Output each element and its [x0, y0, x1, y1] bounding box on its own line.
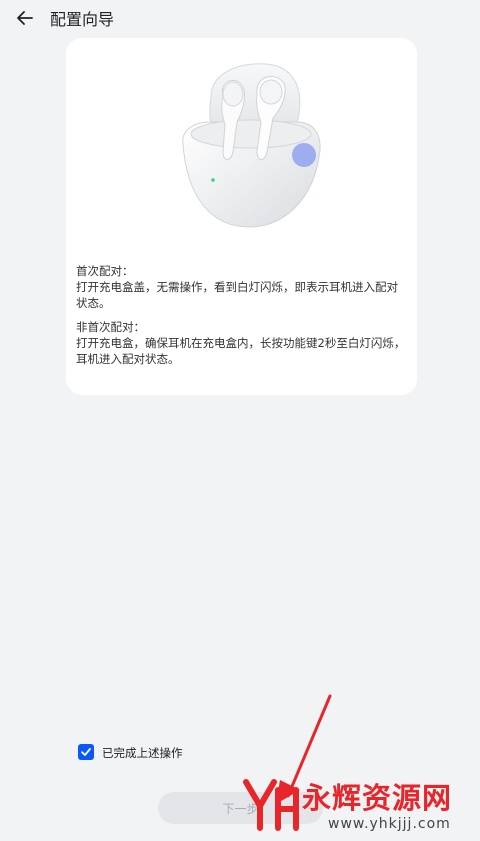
- repeat-pair-text: 打开充电盒，确保耳机在充电盒内，长按功能键2秒至白灯闪烁，耳机进入配对状态。: [76, 336, 406, 366]
- top-bar: 配置向导: [0, 0, 480, 36]
- back-arrow-icon[interactable]: [12, 4, 40, 32]
- pairing-guide-card: 首次配对： 打开充电盒盖，无需操作，看到白灯闪烁，即表示耳机进入配对状态。 非首…: [66, 38, 417, 395]
- earbuds-case-illustration: [182, 63, 321, 228]
- first-pair-title: 首次配对：: [76, 264, 134, 278]
- repeat-pair-title: 非首次配对：: [76, 320, 145, 334]
- watermark-url: www.yhkjjj.com: [328, 816, 451, 832]
- first-pair-text: 打开充电盒盖，无需操作，看到白灯闪烁，即表示耳机进入配对状态。: [76, 280, 398, 310]
- watermark-logo-icon: [243, 779, 299, 831]
- pairing-instructions: 首次配对： 打开充电盒盖，无需操作，看到白灯闪烁，即表示耳机进入配对状态。 非首…: [76, 263, 406, 375]
- page-title: 配置向导: [50, 10, 115, 29]
- confirm-checkbox[interactable]: [78, 744, 94, 760]
- checkmark-icon: [81, 748, 91, 756]
- watermark: 永辉资源网 www.yhkjjj.com: [240, 772, 480, 841]
- confirm-label[interactable]: 已完成上述操作: [102, 745, 183, 761]
- watermark-text: 永辉资源网: [302, 781, 453, 815]
